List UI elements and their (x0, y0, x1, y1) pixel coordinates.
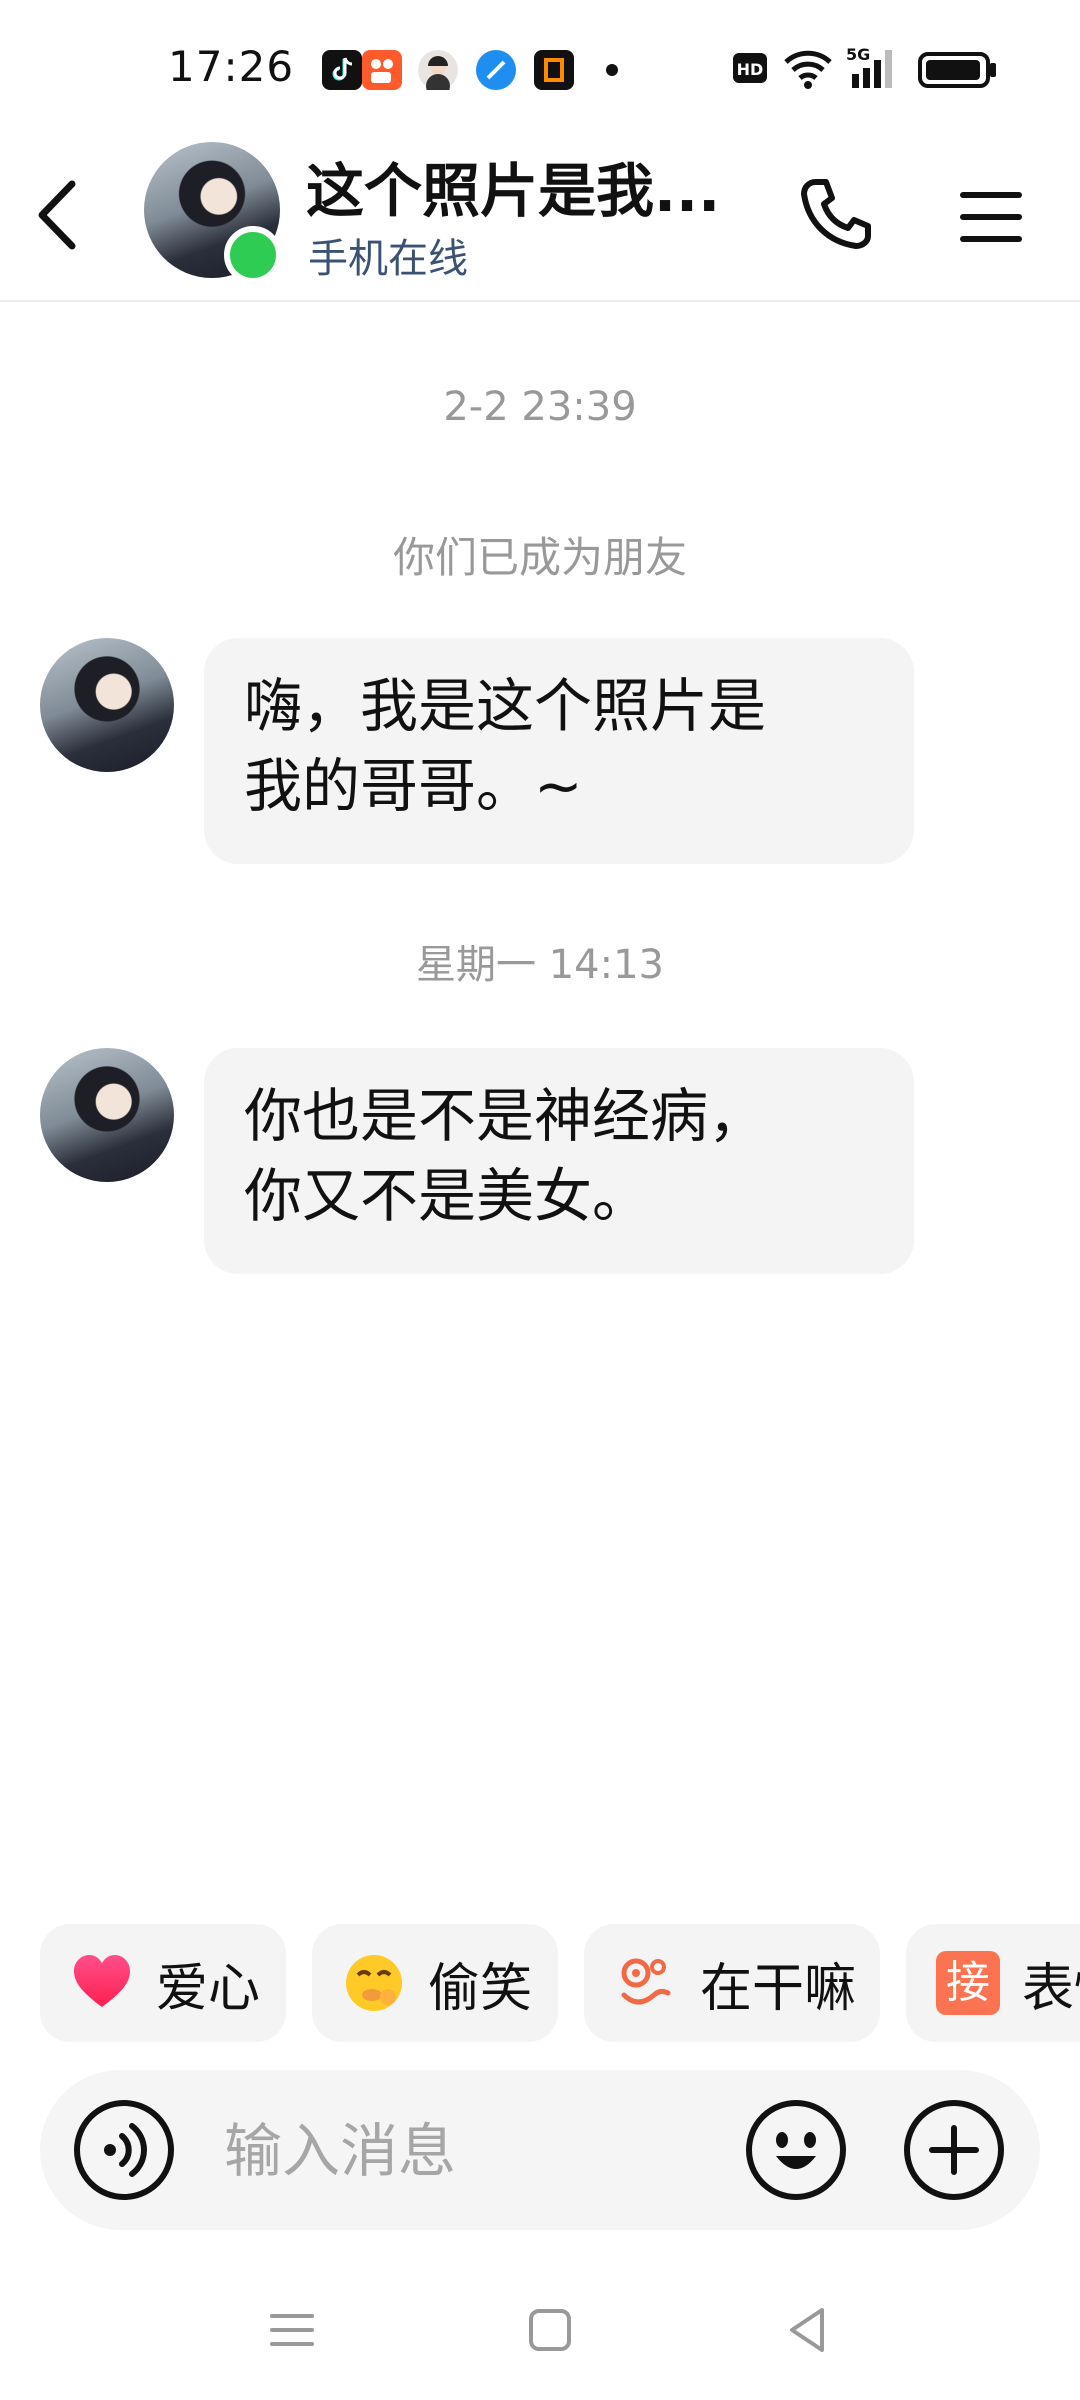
sender-avatar[interactable] (40, 638, 174, 772)
quick-reply-whats-up[interactable]: 在干嘛 (584, 1924, 880, 2042)
contact-name[interactable]: 这个照片是我... (306, 144, 720, 228)
message-text-line: 你也是不是神经病， (244, 1082, 767, 1150)
message-text-line: 你又不是美女。 (244, 1162, 651, 1230)
snicker-emoji-icon (346, 1955, 402, 2011)
plus-icon (904, 2100, 1004, 2200)
square-icon (529, 2309, 571, 2351)
message-input[interactable] (222, 2110, 746, 2192)
voice-icon (74, 2100, 174, 2200)
status-time: 17:26 (168, 42, 295, 91)
recent-apps-button[interactable] (262, 2300, 322, 2360)
system-navigation-bar (0, 2270, 1080, 2400)
chip-label: 爱心 (156, 1958, 261, 2019)
message-bubble[interactable]: 嗨，我是这个照片是 我的哥哥。~ (204, 638, 914, 864)
voice-input-button[interactable] (72, 2098, 176, 2202)
system-message: 你们已成为朋友 (392, 533, 687, 582)
receive-badge-icon: 接 (936, 1951, 1000, 2015)
phone-icon (801, 179, 871, 249)
notification-dot (606, 64, 618, 76)
chip-label: 在干嘛 (700, 1958, 857, 2019)
svg-text:5G: 5G (846, 45, 870, 64)
menu-lines-icon (270, 2314, 314, 2346)
wifi-icon (782, 46, 834, 94)
wave-character-icon (621, 1958, 671, 2005)
message-text-line: 嗨，我是这个照片是 (244, 672, 767, 740)
office-icon (534, 50, 574, 90)
chat-header: 这个照片是我... 手机在线 (0, 130, 1080, 302)
message-timestamp: 2-2 23:39 (443, 384, 637, 430)
tiktok-icon (322, 50, 362, 90)
back-button[interactable] (28, 170, 88, 260)
message-timestamp: 星期一 14:13 (416, 942, 664, 988)
more-actions-button[interactable] (902, 2098, 1006, 2202)
heart-icon (74, 1955, 130, 2007)
smiley-icon (746, 2100, 846, 2200)
chip-label: 偷笑 (428, 1958, 533, 2019)
quick-reply-bar: 爱心 偷笑 在干嘛 接 表情 (0, 1924, 1080, 2042)
chip-label: 表情 (1022, 1958, 1080, 2019)
message-input-bar (40, 2070, 1040, 2230)
contact-avatar[interactable] (144, 142, 282, 284)
phone-call-button[interactable] (796, 174, 876, 254)
quick-reply-sticker[interactable]: 接 表情 (906, 1924, 1080, 2042)
message-bubble[interactable]: 你也是不是神经病， 你又不是美女。 (204, 1048, 914, 1274)
more-menu-button[interactable] (956, 182, 1026, 252)
battery-icon (918, 52, 998, 92)
quick-reply-heart[interactable]: 爱心 (40, 1924, 286, 2042)
avatar-app-icon (418, 50, 458, 98)
online-status-dot (224, 226, 282, 284)
sender-avatar[interactable] (40, 1048, 174, 1182)
home-button[interactable] (520, 2300, 580, 2360)
online-status-text: 手机在线 (308, 236, 468, 282)
emoji-button[interactable] (744, 2098, 848, 2202)
triangle-back-icon (790, 2308, 824, 2352)
quick-reply-snicker[interactable]: 偷笑 (312, 1924, 558, 2042)
kuaishou-icon (362, 50, 402, 90)
hd-icon: HD (732, 50, 768, 90)
svg-text:HD: HD (737, 60, 764, 79)
browser-icon (476, 50, 516, 90)
hamburger-icon (960, 192, 1022, 242)
message-text-line: 我的哥哥。~ (244, 752, 583, 820)
nav-back-button[interactable] (778, 2300, 838, 2360)
status-bar: 17:26 HD 5G (0, 0, 1080, 130)
5g-signal-icon: 5G (846, 44, 902, 94)
